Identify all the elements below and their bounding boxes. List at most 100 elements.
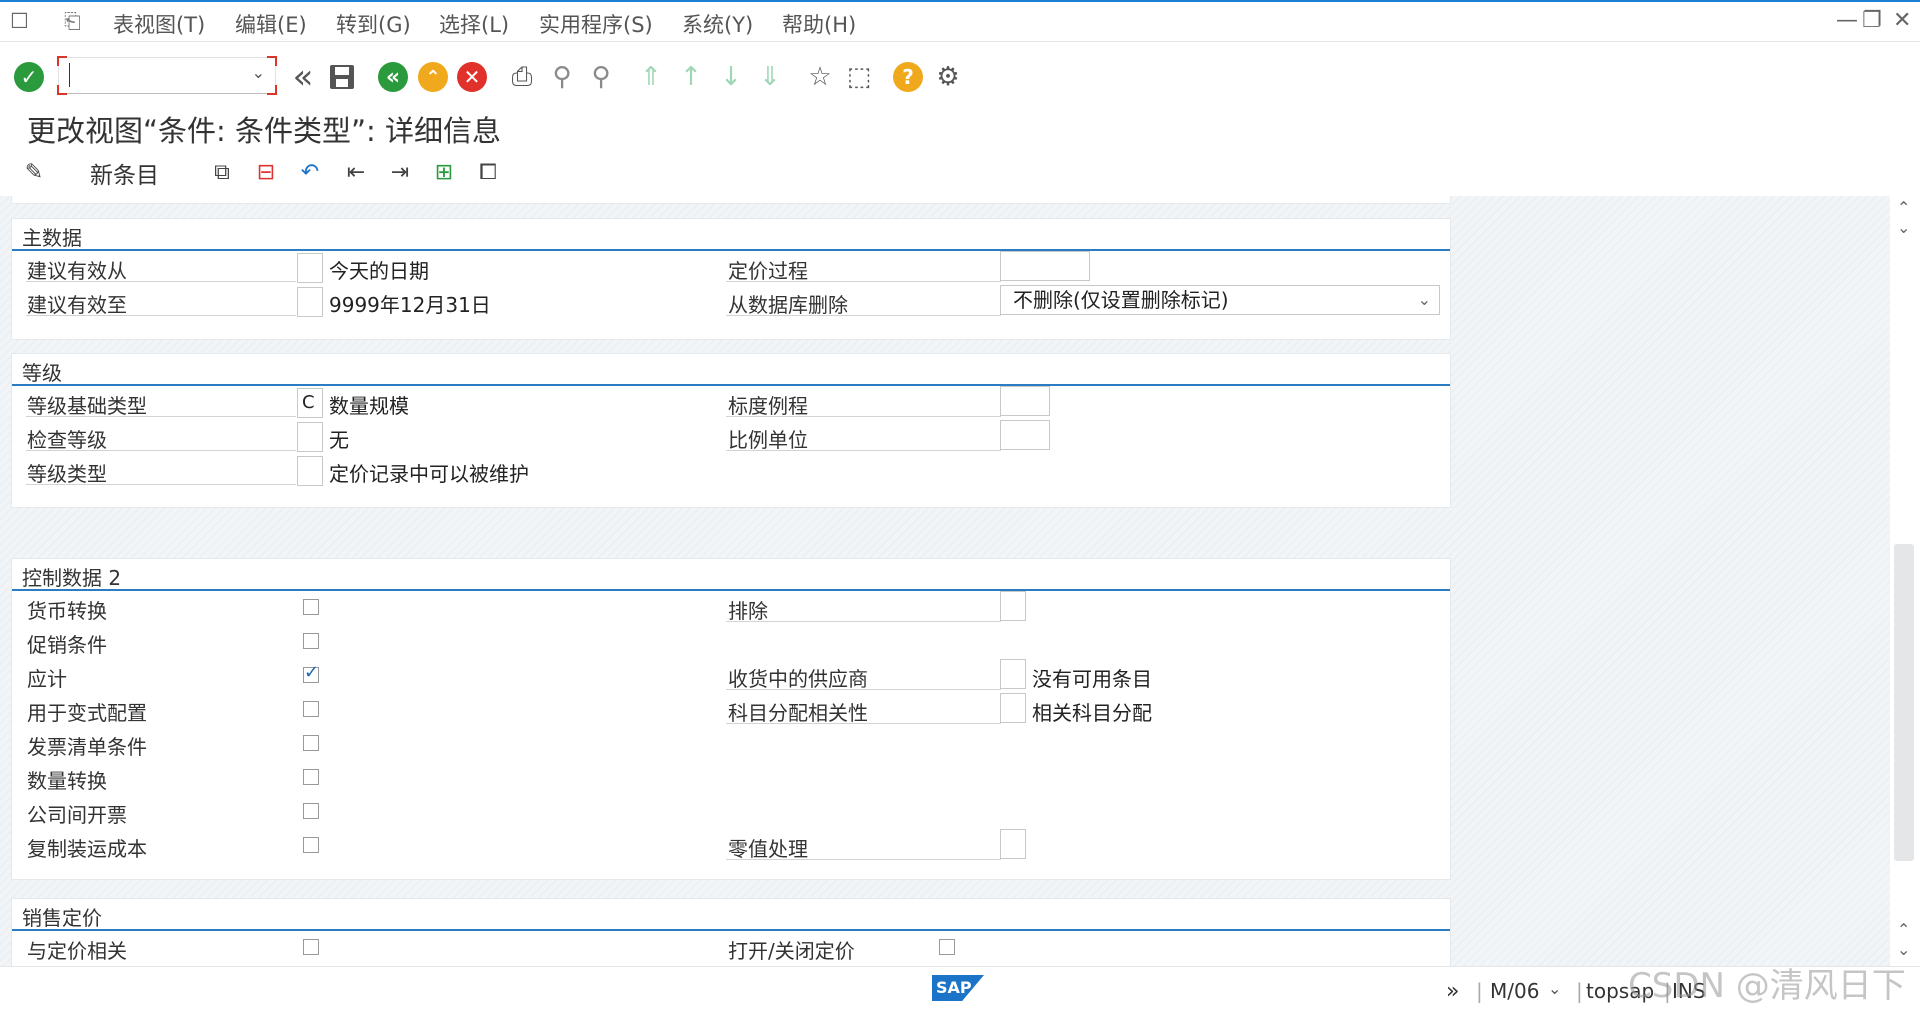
help-icon[interactable]: ? (891, 60, 925, 94)
shortcut-icon[interactable]: ⬚ (842, 60, 876, 94)
previous-group-bottom (11, 196, 1451, 204)
accruals-checkbox[interactable] (303, 662, 319, 683)
next-page-icon[interactable]: ↓ (714, 60, 748, 94)
variant-config-label: 用于变式配置 (27, 701, 147, 725)
accruals-label: 应计 (27, 667, 67, 691)
chevron-down-icon[interactable]: ⌄ (1548, 979, 1561, 998)
currency-conversion-checkbox[interactable] (303, 599, 319, 615)
previous-entry-icon[interactable]: ⇤ (340, 156, 372, 188)
focus-corner (57, 56, 67, 66)
check-scale-text: 无 (329, 428, 349, 452)
copy-shipment-cost-checkbox[interactable] (303, 837, 319, 853)
vendor-in-gr-field[interactable] (1000, 659, 1026, 689)
pricing-procedure-field[interactable] (1000, 251, 1090, 281)
scale-unit-field[interactable] (1000, 420, 1050, 450)
invoice-list-checkbox[interactable] (303, 735, 319, 751)
valid-to-field[interactable] (297, 287, 323, 317)
check-scale-field[interactable] (297, 422, 323, 452)
exit-icon[interactable]: ⌃ (416, 60, 450, 94)
group-divider (12, 589, 1450, 591)
vertical-scrollbar[interactable]: ⌃ ⌄ ⌃ ⌄ (1890, 196, 1920, 966)
text-cursor (69, 63, 70, 87)
menu-help[interactable]: 帮助(H) (782, 9, 856, 39)
copy-as-icon[interactable]: ⧉ (206, 156, 238, 188)
invoice-list-label: 发票清单条件 (27, 735, 147, 759)
scale-base-type-field[interactable]: C (297, 388, 323, 418)
enter-icon[interactable]: ✓ (12, 60, 46, 94)
menu-table-view[interactable]: 表视图(T) (113, 9, 205, 39)
print-icon[interactable]: ⎙ (505, 60, 539, 94)
scale-type-field[interactable] (297, 456, 323, 486)
minimize-icon[interactable]: — (1836, 8, 1858, 33)
display-change-icon[interactable]: ✎ (18, 156, 50, 188)
back-double-icon[interactable]: « (286, 60, 320, 94)
menu-edit[interactable]: 编辑(E) (235, 9, 307, 39)
chevron-down-icon[interactable]: ⌄ (252, 63, 265, 82)
valid-from-label: 建议有效从 (27, 259, 127, 283)
valid-from-field[interactable] (297, 253, 323, 283)
pricing-relevant-checkbox[interactable] (303, 939, 319, 955)
account-assignment-field[interactable] (1000, 693, 1026, 723)
close-window-icon[interactable]: ✕ (1893, 8, 1911, 33)
quantity-conversion-checkbox[interactable] (303, 769, 319, 785)
open-close-pricing-checkbox[interactable] (939, 939, 955, 955)
scroll-up-icon[interactable]: ⌃ (1897, 198, 1910, 217)
delete-icon[interactable]: ⊟ (250, 156, 282, 188)
group-title: 等级 (22, 361, 62, 385)
promotion-condition-label: 促销条件 (27, 633, 107, 657)
application-toolbar: ✎ 新条目 ⧉ ⊟ ↶ ⇤ ⇥ ⊞ ⧠ (0, 150, 1920, 196)
scroll-down-icon[interactable]: ⌄ (1897, 218, 1910, 237)
scale-base-type-label: 等级基础类型 (27, 394, 147, 418)
exclusion-field[interactable] (1000, 591, 1026, 621)
variant-config-checkbox[interactable] (303, 701, 319, 717)
intercompany-billing-checkbox[interactable] (303, 803, 319, 819)
scroll-up-icon[interactable]: ⌃ (1897, 920, 1910, 939)
vendor-in-gr-label: 收货中的供应商 (728, 667, 868, 691)
delete-from-db-label: 从数据库删除 (728, 293, 848, 317)
undo-change-icon[interactable]: ↶ (294, 156, 326, 188)
zero-value-field[interactable] (1000, 829, 1026, 859)
scale-type-text: 定价记录中可以被维护 (329, 462, 529, 486)
customize-layout-icon[interactable]: ⚙ (931, 60, 965, 94)
system-menu-icon[interactable]: ☐ (10, 9, 29, 33)
previous-page-icon[interactable]: ↑ (674, 60, 708, 94)
detail-content: 主数据 建议有效从 今天的日期 建议有效至 9999年12月31日 定价过程 从… (0, 196, 1890, 966)
last-page-icon[interactable]: ⇓ (753, 60, 787, 94)
find-icon[interactable]: ⚲ (545, 60, 579, 94)
scale-formula-field[interactable] (1000, 386, 1050, 416)
command-field[interactable]: ⌄ (57, 56, 277, 95)
restore-icon[interactable]: ❐ (1862, 8, 1882, 33)
exclusion-label: 排除 (728, 599, 768, 623)
intercompany-billing-label: 公司间开票 (27, 803, 127, 827)
new-entries-button[interactable]: 新条目 (90, 156, 159, 190)
scroll-down-icon[interactable]: ⌄ (1897, 940, 1910, 959)
deselect-all-icon[interactable]: ⧠ (472, 156, 504, 188)
group-master-data: 主数据 建议有效从 今天的日期 建议有效至 9999年12月31日 定价过程 从… (11, 218, 1451, 340)
menu-selection[interactable]: 选择(L) (439, 9, 509, 39)
menu-utilities[interactable]: 实用程序(S) (539, 9, 653, 39)
menu-system[interactable]: 系统(Y) (682, 9, 753, 39)
menu-goto[interactable]: 转到(G) (336, 9, 411, 39)
copy-shipment-cost-label: 复制装运成本 (27, 837, 147, 861)
valid-to-text: 9999年12月31日 (329, 293, 491, 317)
collapse-status-icon[interactable]: » (1446, 979, 1459, 1004)
delete-from-db-dropdown[interactable]: 不删除(仅设置删除标记) ⌄ (1000, 285, 1440, 315)
create-session-icon[interactable]: ☆ (803, 60, 837, 94)
watermark: CSDN @清风日下 (1628, 966, 1906, 1006)
scroll-thumb[interactable] (1894, 544, 1914, 861)
select-all-icon[interactable]: ⊞ (428, 156, 460, 188)
open-close-pricing-label: 打开/关闭定价 (728, 939, 855, 963)
scale-unit-label: 比例单位 (728, 428, 808, 452)
save-icon[interactable] (325, 60, 359, 94)
find-next-icon[interactable]: ⚲ (584, 60, 618, 94)
menu-bar: ☐ ⎗ 表视图(T) 编辑(E) 转到(G) 选择(L) 实用程序(S) 系统(… (0, 0, 1920, 42)
promotion-condition-checkbox[interactable] (303, 633, 319, 649)
back-icon[interactable]: « (376, 60, 410, 94)
cancel-icon[interactable]: ✕ (455, 60, 489, 94)
next-entry-icon[interactable]: ⇥ (384, 156, 416, 188)
chevron-down-icon: ⌄ (1417, 290, 1431, 309)
customize-menu-icon[interactable]: ⎗ (64, 9, 81, 34)
first-page-icon[interactable]: ⇑ (634, 60, 668, 94)
separator: | (1476, 979, 1483, 1003)
group-divider (12, 249, 1450, 251)
